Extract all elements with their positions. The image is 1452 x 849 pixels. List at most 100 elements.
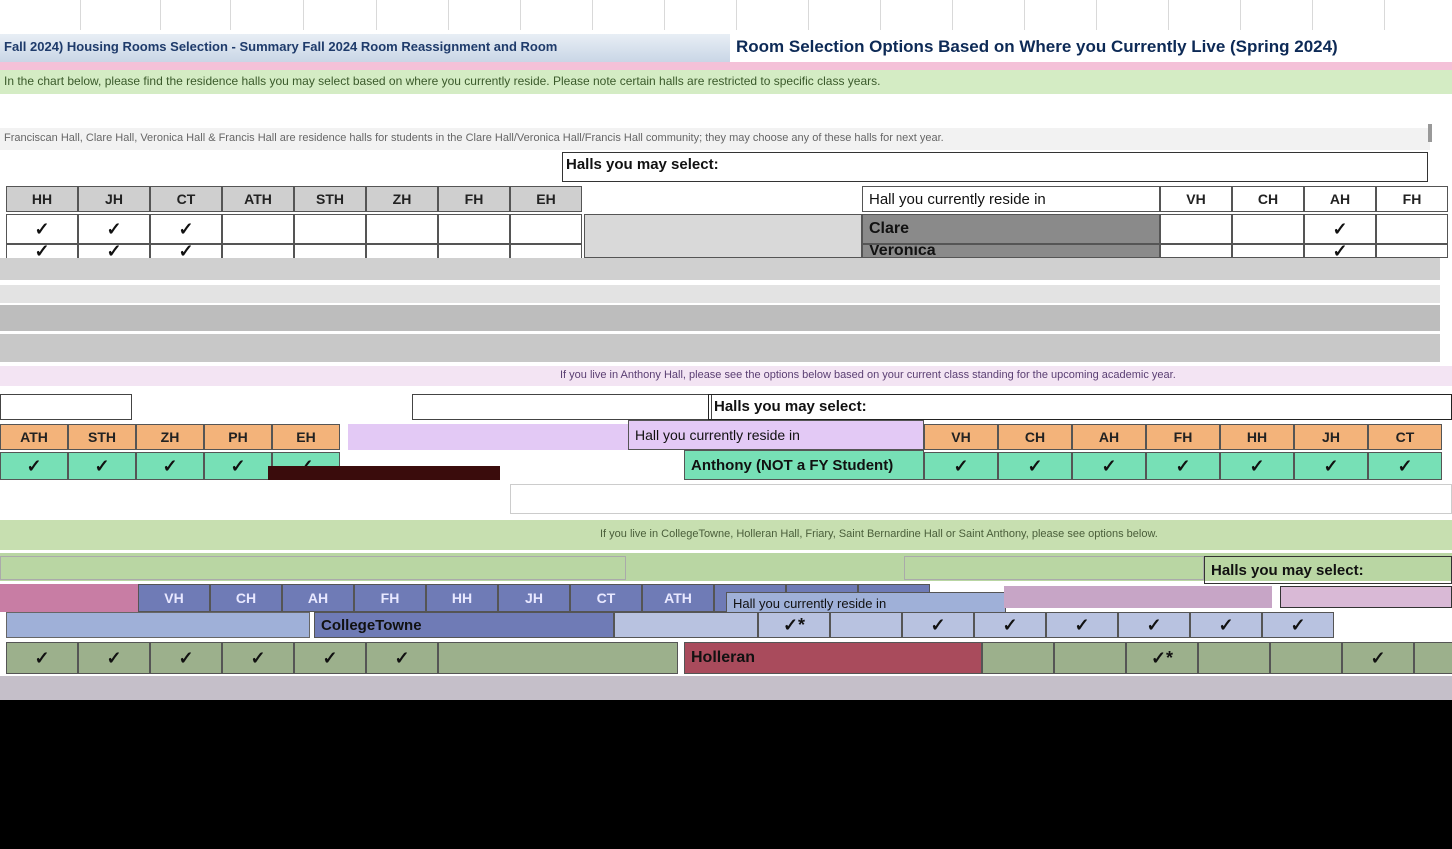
grid-line [1384, 0, 1385, 30]
check-cell: ✓ [924, 452, 998, 480]
column-header: HH [1220, 424, 1294, 450]
column-header: ATH [642, 584, 714, 612]
check-cell [1376, 214, 1448, 244]
halls-select-box [562, 152, 1428, 182]
column-header: STH [68, 424, 136, 450]
column-header: AH [1072, 424, 1146, 450]
blank-cell [904, 556, 1204, 580]
check-cell: ✓ [974, 612, 1046, 638]
residence-name: Clare [862, 214, 1160, 244]
title-left: Fall 2024) Housing Rooms Selection - Sum… [0, 34, 730, 62]
column-header: HH [426, 584, 498, 612]
check-cell [222, 244, 294, 258]
blank-cell [0, 556, 626, 580]
column-header: JH [1294, 424, 1368, 450]
grid-line [160, 0, 161, 30]
residence-name: CollegeTowne [314, 612, 614, 638]
check-cell [1270, 642, 1342, 674]
column-header: EH [510, 186, 582, 212]
column-header: ATH [222, 186, 294, 212]
column-header: CT [150, 186, 222, 212]
blank-cell [584, 214, 862, 258]
blank-area [0, 700, 1452, 849]
check-cell: ✓ [1294, 452, 1368, 480]
grid-line [664, 0, 665, 30]
dark-band [268, 466, 500, 480]
reside-label: Hall you currently reside in [628, 420, 924, 450]
column-header: EH [272, 424, 340, 450]
pink-cell [0, 584, 138, 612]
check-cell: ✓ [6, 214, 78, 244]
column-header: FH [1146, 424, 1220, 450]
check-cell [366, 214, 438, 244]
check-cell: ✓ [136, 452, 204, 480]
section1-note: Franciscan Hall, Clare Hall, Veronica Ha… [0, 128, 1430, 150]
column-header: JH [78, 186, 150, 212]
check-cell: ✓ [1262, 612, 1334, 638]
grid-line [1168, 0, 1169, 30]
grid-line [808, 0, 809, 30]
column-header: STH [294, 186, 366, 212]
check-cell: ✓ [78, 642, 150, 674]
column-header: AH [282, 584, 354, 612]
column-header: CT [1368, 424, 1442, 450]
section1-filler [0, 285, 1440, 303]
divider [1428, 124, 1432, 142]
filler-row [0, 676, 1452, 700]
check-cell: ✓ [998, 452, 1072, 480]
check-cell: ✓ [1146, 452, 1220, 480]
pink-band [1280, 586, 1452, 608]
blank-cell [412, 394, 712, 420]
check-cell: ✓ [222, 642, 294, 674]
check-cell [982, 642, 1054, 674]
section1-filler [0, 305, 1440, 331]
check-cell [366, 244, 438, 258]
check-cell [294, 244, 366, 258]
grid-line [303, 0, 304, 30]
check-cell: ✓ [78, 214, 150, 244]
top-note-row: In the chart below, please find the resi… [0, 70, 1452, 94]
check-cell [294, 214, 366, 244]
check-cell: ✓ [1220, 452, 1294, 480]
check-cell [1232, 214, 1304, 244]
column-header: CH [998, 424, 1072, 450]
check-cell: ✓ [366, 642, 438, 674]
check-cell: ✓ [150, 642, 222, 674]
grid-line [736, 0, 737, 30]
section1-filler [0, 258, 1440, 280]
check-cell: ✓ [150, 244, 222, 258]
column-header: AH [1304, 186, 1376, 212]
check-cell [1160, 214, 1232, 244]
check-cell [438, 214, 510, 244]
check-cell: ✓ [6, 642, 78, 674]
grid-line [1024, 0, 1025, 30]
check-cell [1414, 642, 1452, 674]
grid-line [1312, 0, 1313, 30]
grid-line [1096, 0, 1097, 30]
column-header: CH [210, 584, 282, 612]
column-header: HH [6, 186, 78, 212]
grid-line [376, 0, 377, 30]
column-header: VH [1160, 186, 1232, 212]
residence-name: Anthony (NOT a FY Student) [684, 450, 924, 480]
check-cell: ✓ [294, 642, 366, 674]
column-header: CH [1232, 186, 1304, 212]
residence-name: Holleran [684, 642, 982, 674]
blank-cell [614, 612, 758, 638]
check-cell: ✓ [204, 452, 272, 480]
halls-select-label: Halls you may select: [1204, 556, 1452, 584]
blank-cell [0, 394, 132, 420]
check-cell: ✓* [758, 612, 830, 638]
check-cell [1376, 244, 1448, 258]
grid-line [520, 0, 521, 30]
section2-note: If you live in Anthony Hall, please see … [0, 366, 1452, 386]
column-header: FH [438, 186, 510, 212]
column-header: VH [924, 424, 998, 450]
column-header: PH [204, 424, 272, 450]
column-header: VH [138, 584, 210, 612]
reside-label: Hall you currently reside in [726, 592, 1006, 614]
check-cell: ✓ [150, 214, 222, 244]
grid-line [880, 0, 881, 30]
check-cell: ✓ [0, 452, 68, 480]
check-cell: ✓ [1342, 642, 1414, 674]
